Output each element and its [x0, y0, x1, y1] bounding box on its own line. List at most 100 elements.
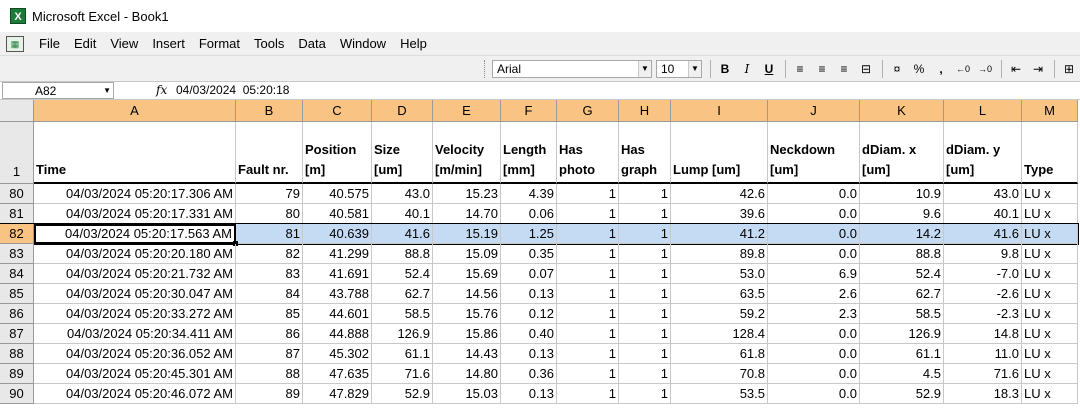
cell-d82[interactable]: 41.6 [372, 224, 433, 244]
row-header[interactable]: 84 [0, 264, 34, 284]
select-all-corner[interactable] [0, 100, 34, 122]
cell-e85[interactable]: 14.56 [433, 284, 501, 304]
header-cell-g[interactable]: Has photo [557, 122, 619, 184]
column-header-h[interactable]: H [619, 100, 671, 122]
cell-i85[interactable]: 63.5 [671, 284, 768, 304]
row-header[interactable]: 1 [0, 122, 34, 184]
cell-h80[interactable]: 1 [619, 184, 671, 204]
row-header[interactable]: 81 [0, 204, 34, 224]
cell-g89[interactable]: 1 [557, 364, 619, 384]
cell-l90[interactable]: 18.3 [944, 384, 1022, 404]
header-cell-d[interactable]: Size [um] [372, 122, 433, 184]
cell-c88[interactable]: 45.302 [303, 344, 372, 364]
cell-l82[interactable]: 41.6 [944, 224, 1022, 244]
cell-m82[interactable]: LU x [1022, 224, 1078, 244]
cell-j87[interactable]: 0.0 [768, 324, 860, 344]
cell-i88[interactable]: 61.8 [671, 344, 768, 364]
cell-b87[interactable]: 86 [236, 324, 303, 344]
cell-m89[interactable]: LU x [1022, 364, 1078, 384]
cell-i86[interactable]: 59.2 [671, 304, 768, 324]
cell-g84[interactable]: 1 [557, 264, 619, 284]
cell-c86[interactable]: 44.601 [303, 304, 372, 324]
cell-g85[interactable]: 1 [557, 284, 619, 304]
chevron-down-icon[interactable]: ▼ [638, 61, 651, 77]
cell-m90[interactable]: LU x [1022, 384, 1078, 404]
menu-insert[interactable]: Insert [145, 36, 192, 51]
menu-help[interactable]: Help [393, 36, 434, 51]
cell-b82[interactable]: 81 [236, 224, 303, 244]
cell-f80[interactable]: 4.39 [501, 184, 557, 204]
menu-window[interactable]: Window [333, 36, 393, 51]
cell-b89[interactable]: 88 [236, 364, 303, 384]
cell-j83[interactable]: 0.0 [768, 244, 860, 264]
formula-input[interactable]: 04/03/2024 05:20:18 [176, 83, 289, 97]
cell-e90[interactable]: 15.03 [433, 384, 501, 404]
header-cell-c[interactable]: Position [m] [303, 122, 372, 184]
cell-h85[interactable]: 1 [619, 284, 671, 304]
menu-view[interactable]: View [103, 36, 145, 51]
cell-k82[interactable]: 14.2 [860, 224, 944, 244]
menu-edit[interactable]: Edit [67, 36, 103, 51]
cell-k86[interactable]: 58.5 [860, 304, 944, 324]
cell-j85[interactable]: 2.6 [768, 284, 860, 304]
cell-h86[interactable]: 1 [619, 304, 671, 324]
cell-k90[interactable]: 52.9 [860, 384, 944, 404]
bold-button[interactable]: B [715, 59, 735, 79]
cell-g82[interactable]: 1 [557, 224, 619, 244]
cell-h83[interactable]: 1 [619, 244, 671, 264]
cell-l80[interactable]: 43.0 [944, 184, 1022, 204]
row-header[interactable]: 82 [0, 224, 34, 244]
cell-a85[interactable]: 04/03/2024 05:20:30.047 AM [34, 284, 236, 304]
header-cell-l[interactable]: dDiam. y [um] [944, 122, 1022, 184]
font-size-select[interactable]: 10 ▼ [656, 60, 702, 78]
cell-i83[interactable]: 89.8 [671, 244, 768, 264]
cell-i80[interactable]: 42.6 [671, 184, 768, 204]
cell-d80[interactable]: 43.0 [372, 184, 433, 204]
cell-d89[interactable]: 71.6 [372, 364, 433, 384]
cell-f88[interactable]: 0.13 [501, 344, 557, 364]
cell-b85[interactable]: 84 [236, 284, 303, 304]
row-header[interactable]: 89 [0, 364, 34, 384]
column-header-m[interactable]: M [1022, 100, 1078, 122]
cell-a88[interactable]: 04/03/2024 05:20:36.052 AM [34, 344, 236, 364]
cell-d86[interactable]: 58.5 [372, 304, 433, 324]
cell-e88[interactable]: 14.43 [433, 344, 501, 364]
cell-c83[interactable]: 41.299 [303, 244, 372, 264]
cell-l87[interactable]: 14.8 [944, 324, 1022, 344]
cell-k80[interactable]: 10.9 [860, 184, 944, 204]
name-box[interactable]: A82 ▼ [2, 82, 114, 99]
cell-m80[interactable]: LU x [1022, 184, 1078, 204]
cell-j82[interactable]: 0.0 [768, 224, 860, 244]
cell-k84[interactable]: 52.4 [860, 264, 944, 284]
cell-d88[interactable]: 61.1 [372, 344, 433, 364]
column-header-j[interactable]: J [768, 100, 860, 122]
cell-d87[interactable]: 126.9 [372, 324, 433, 344]
row-header[interactable]: 83 [0, 244, 34, 264]
column-header-a[interactable]: A [34, 100, 236, 122]
toolbar-grip[interactable] [484, 60, 488, 78]
cell-f86[interactable]: 0.12 [501, 304, 557, 324]
column-header-g[interactable]: G [557, 100, 619, 122]
cell-f81[interactable]: 0.06 [501, 204, 557, 224]
cell-h87[interactable]: 1 [619, 324, 671, 344]
cell-j80[interactable]: 0.0 [768, 184, 860, 204]
cell-m81[interactable]: LU x [1022, 204, 1078, 224]
cell-k85[interactable]: 62.7 [860, 284, 944, 304]
menu-file[interactable]: File [32, 36, 67, 51]
cell-g86[interactable]: 1 [557, 304, 619, 324]
cell-j88[interactable]: 0.0 [768, 344, 860, 364]
cell-c89[interactable]: 47.635 [303, 364, 372, 384]
cell-b88[interactable]: 87 [236, 344, 303, 364]
cell-g90[interactable]: 1 [557, 384, 619, 404]
header-cell-e[interactable]: Velocity [m/min] [433, 122, 501, 184]
cell-l83[interactable]: 9.8 [944, 244, 1022, 264]
cell-g80[interactable]: 1 [557, 184, 619, 204]
column-header-e[interactable]: E [433, 100, 501, 122]
cell-a90[interactable]: 04/03/2024 05:20:46.072 AM [34, 384, 236, 404]
cell-l81[interactable]: 40.1 [944, 204, 1022, 224]
cell-g87[interactable]: 1 [557, 324, 619, 344]
cell-c85[interactable]: 43.788 [303, 284, 372, 304]
header-cell-i[interactable]: Lump [um] [671, 122, 768, 184]
cell-a82[interactable]: 04/03/2024 05:20:17.563 AM [34, 224, 236, 244]
cell-j86[interactable]: 2.3 [768, 304, 860, 324]
